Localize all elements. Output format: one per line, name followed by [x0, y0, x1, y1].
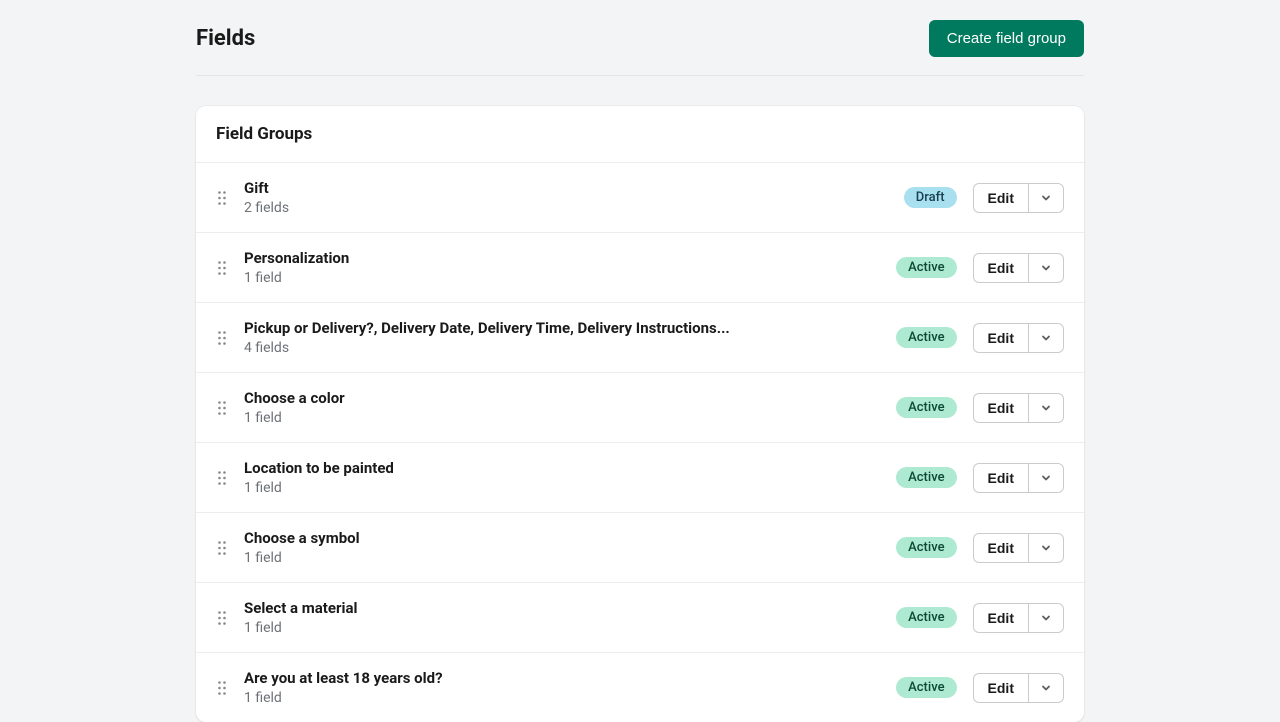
chevron-down-icon	[1040, 402, 1052, 414]
field-group-count: 1 field	[244, 620, 880, 636]
edit-button[interactable]: Edit	[974, 394, 1029, 422]
create-field-group-button[interactable]: Create field group	[929, 20, 1084, 57]
edit-button[interactable]: Edit	[974, 254, 1029, 282]
drag-handle-icon[interactable]	[216, 541, 228, 555]
field-group-row: Are you at least 18 years old? 1 field Act…	[196, 652, 1084, 722]
field-group-title: Personalization	[244, 249, 880, 267]
field-group-title: Gift	[244, 179, 888, 197]
field-group-info[interactable]: Choose a symbol 1 field	[244, 529, 880, 566]
row-actions: Edit	[973, 393, 1064, 423]
section-title: Field Groups	[196, 106, 1084, 162]
page-header: Fields Create field group	[196, 20, 1084, 76]
row-actions: Edit	[973, 463, 1064, 493]
status-badge: Active	[896, 257, 956, 278]
status-badge: Active	[896, 537, 956, 558]
field-group-row: Location to be painted 1 field Active Edit	[196, 442, 1084, 512]
edit-button[interactable]: Edit	[974, 604, 1029, 632]
chevron-down-icon	[1040, 192, 1052, 204]
more-actions-button[interactable]	[1029, 604, 1063, 632]
field-group-title: Choose a symbol	[244, 529, 880, 547]
more-actions-button[interactable]	[1029, 394, 1063, 422]
field-group-count: 1 field	[244, 480, 880, 496]
field-group-row: Personalization 1 field Active Edit	[196, 232, 1084, 302]
field-group-count: 4 fields	[244, 340, 880, 356]
field-groups-card: Field Groups Gift2 fieldsDraftEditPerson…	[196, 106, 1084, 722]
more-actions-button[interactable]	[1029, 254, 1063, 282]
field-group-row: Choose a color 1 field Active Edit	[196, 372, 1084, 442]
field-group-count: 2 fields	[244, 200, 888, 216]
more-actions-button[interactable]	[1029, 674, 1063, 702]
row-actions: Edit	[973, 323, 1064, 353]
field-group-title: Choose a color	[244, 389, 880, 407]
chevron-down-icon	[1040, 542, 1052, 554]
drag-handle-icon[interactable]	[216, 261, 228, 275]
edit-button[interactable]: Edit	[974, 324, 1029, 352]
field-group-row: Select a material 1 field Active Edit	[196, 582, 1084, 652]
row-actions: Edit	[973, 253, 1064, 283]
field-group-count: 1 field	[244, 410, 880, 426]
field-group-title: Are you at least 18 years old?	[244, 669, 880, 687]
page-title: Fields	[196, 26, 255, 51]
row-actions: Edit	[973, 673, 1064, 703]
chevron-down-icon	[1040, 612, 1052, 624]
field-group-info[interactable]: Are you at least 18 years old? 1 field	[244, 669, 880, 706]
chevron-down-icon	[1040, 262, 1052, 274]
field-group-info[interactable]: Pickup or Delivery?, Delivery Date, Deli…	[244, 319, 880, 356]
field-group-info[interactable]: Choose a color 1 field	[244, 389, 880, 426]
field-group-count: 1 field	[244, 690, 880, 706]
field-group-info[interactable]: Location to be painted 1 field	[244, 459, 880, 496]
field-group-info[interactable]: Gift 2 fields	[244, 179, 888, 216]
field-group-title: Pickup or Delivery?, Delivery Date, Deli…	[244, 319, 880, 337]
row-actions: Edit	[973, 533, 1064, 563]
field-group-count: 1 field	[244, 550, 880, 566]
drag-handle-icon[interactable]	[216, 331, 228, 345]
drag-handle-icon[interactable]	[216, 401, 228, 415]
field-group-row: Gift 2 fields Draft Edit	[196, 162, 1084, 232]
field-group-info[interactable]: Select a material 1 field	[244, 599, 880, 636]
edit-button[interactable]: Edit	[974, 184, 1029, 212]
field-group-row: Choose a symbol 1 field Active Edit	[196, 512, 1084, 582]
more-actions-button[interactable]	[1029, 534, 1063, 562]
edit-button[interactable]: Edit	[974, 464, 1029, 492]
status-badge: Draft	[904, 187, 957, 208]
more-actions-button[interactable]	[1029, 324, 1063, 352]
status-badge: Active	[896, 327, 956, 348]
status-badge: Active	[896, 607, 956, 628]
status-badge: Active	[896, 467, 956, 488]
more-actions-button[interactable]	[1029, 184, 1063, 212]
drag-handle-icon[interactable]	[216, 611, 228, 625]
drag-handle-icon[interactable]	[216, 471, 228, 485]
field-group-info[interactable]: Personalization 1 field	[244, 249, 880, 286]
edit-button[interactable]: Edit	[974, 534, 1029, 562]
field-group-title: Location to be painted	[244, 459, 880, 477]
drag-handle-icon[interactable]	[216, 681, 228, 695]
field-groups-list: Gift 2 fields Draft Edit Personalization 1 fi…	[196, 162, 1084, 722]
field-group-count: 1 field	[244, 270, 880, 286]
chevron-down-icon	[1040, 682, 1052, 694]
chevron-down-icon	[1040, 332, 1052, 344]
chevron-down-icon	[1040, 472, 1052, 484]
row-actions: Edit	[973, 603, 1064, 633]
field-group-title: Select a material	[244, 599, 880, 617]
row-actions: Edit	[973, 183, 1064, 213]
field-group-row: Pickup or Delivery?, Delivery Date, Deli…	[196, 302, 1084, 372]
drag-handle-icon[interactable]	[216, 191, 228, 205]
more-actions-button[interactable]	[1029, 464, 1063, 492]
edit-button[interactable]: Edit	[974, 674, 1029, 702]
status-badge: Active	[896, 397, 956, 418]
status-badge: Active	[896, 677, 956, 698]
